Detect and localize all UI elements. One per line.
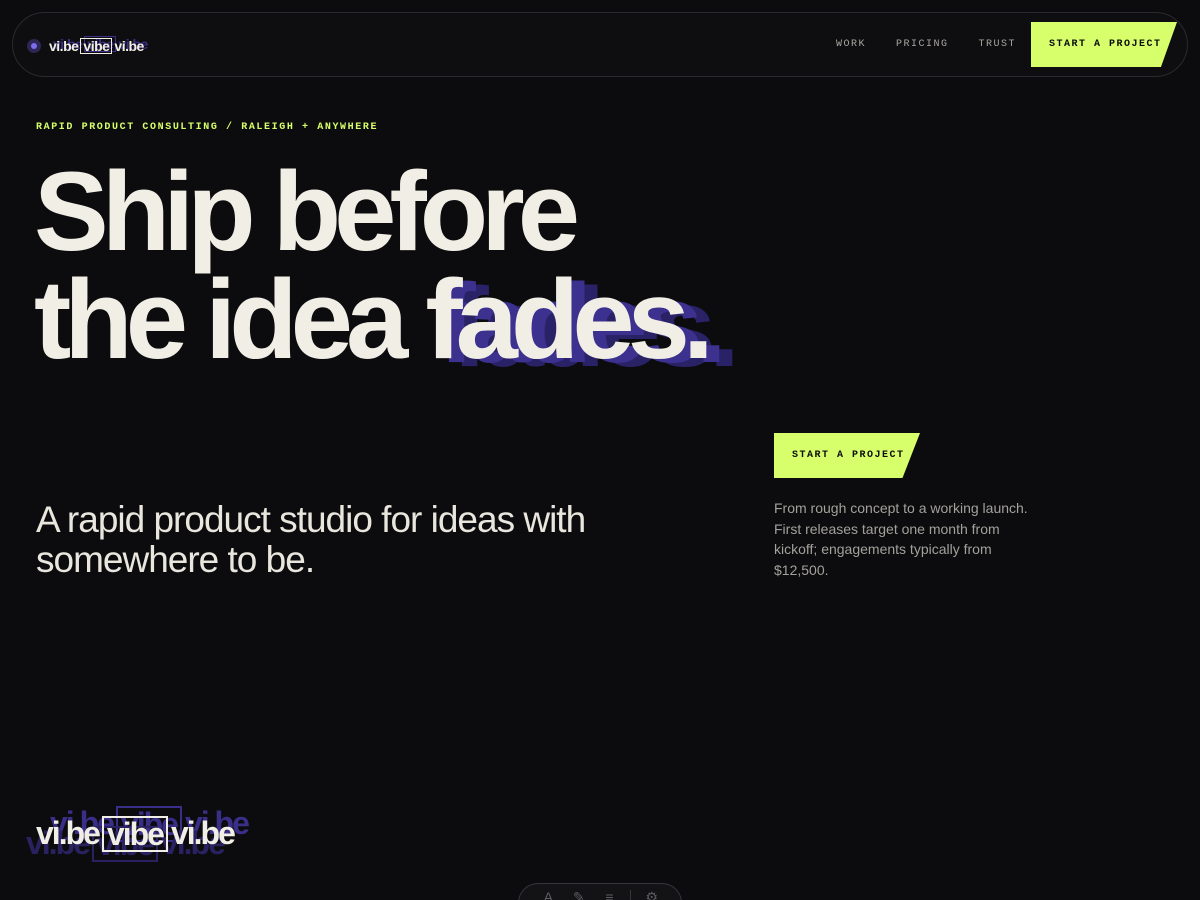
footer-wordmark-text: vi.be vibe vi.be vi.be vibe vi.be vi.be vibe… <box>26 805 250 862</box>
page: vi.be vibe vi.be vi.be vibe vi.be WORK PRI… <box>0 0 1200 900</box>
footer-mark-part-1: vi.be <box>36 815 101 851</box>
brush-icon[interactable]: ✎ <box>569 890 589 900</box>
brand-part-1: vi.be <box>49 38 79 54</box>
gear-icon[interactable]: ⚙ <box>642 890 662 900</box>
text-icon[interactable]: A <box>538 890 558 900</box>
footer-wordmark: vi.be vibe vi.be vi.be vibe vi.be vi.be vibe… <box>26 805 250 862</box>
nav-link-work[interactable]: WORK <box>836 39 866 50</box>
footer-mark-part-3: vi.be <box>170 815 236 851</box>
hero-description: From rough concept to a working launch. … <box>774 500 1028 578</box>
fades-front: fades. <box>425 257 714 382</box>
menu-icon[interactable]: ≡ <box>599 890 619 900</box>
toolbar-divider <box>630 890 632 900</box>
nav-start-project-button[interactable]: START A PROJECT <box>1031 22 1177 67</box>
hero-start-project-button[interactable]: START A PROJECT <box>774 433 920 478</box>
brand-part-2: vibe <box>80 38 113 54</box>
hero-subhead: A rapid product studio for ideas with so… <box>36 499 586 580</box>
nav-link-pricing[interactable]: PRICING <box>896 39 949 50</box>
headline-line-2-start: the idea <box>34 257 426 382</box>
footer-mark-part-2: vibe <box>101 815 168 852</box>
nav-link-trust[interactable]: TRUST <box>979 39 1017 50</box>
hero-headline: Ship before the idea fades. fades. fades. <box>34 149 740 384</box>
brand-wordmark: vi.be vibe vi.be vi.be vibe vi.be <box>49 36 148 54</box>
floating-toolbar: A ✎ ≡ ⚙ <box>518 883 682 900</box>
headline-line-1: Ship before <box>34 149 580 274</box>
brand-logo[interactable]: vi.be vibe vi.be vi.be vibe vi.be <box>27 35 148 57</box>
brand-part-3: vi.be <box>114 38 144 54</box>
top-nav: vi.be vibe vi.be vi.be vibe vi.be WORK PRI… <box>12 12 1188 77</box>
brand-dot-icon <box>27 39 41 53</box>
headline-line-2: the idea fades. fades. fades. <box>34 264 740 384</box>
hero-eyebrow: RAPID PRODUCT CONSULTING / RALEIGH + ANY… <box>36 122 379 133</box>
nav-links: WORK PRICING TRUST <box>836 39 1046 50</box>
headline-fades-word: fades. fades. fades. <box>425 264 740 384</box>
